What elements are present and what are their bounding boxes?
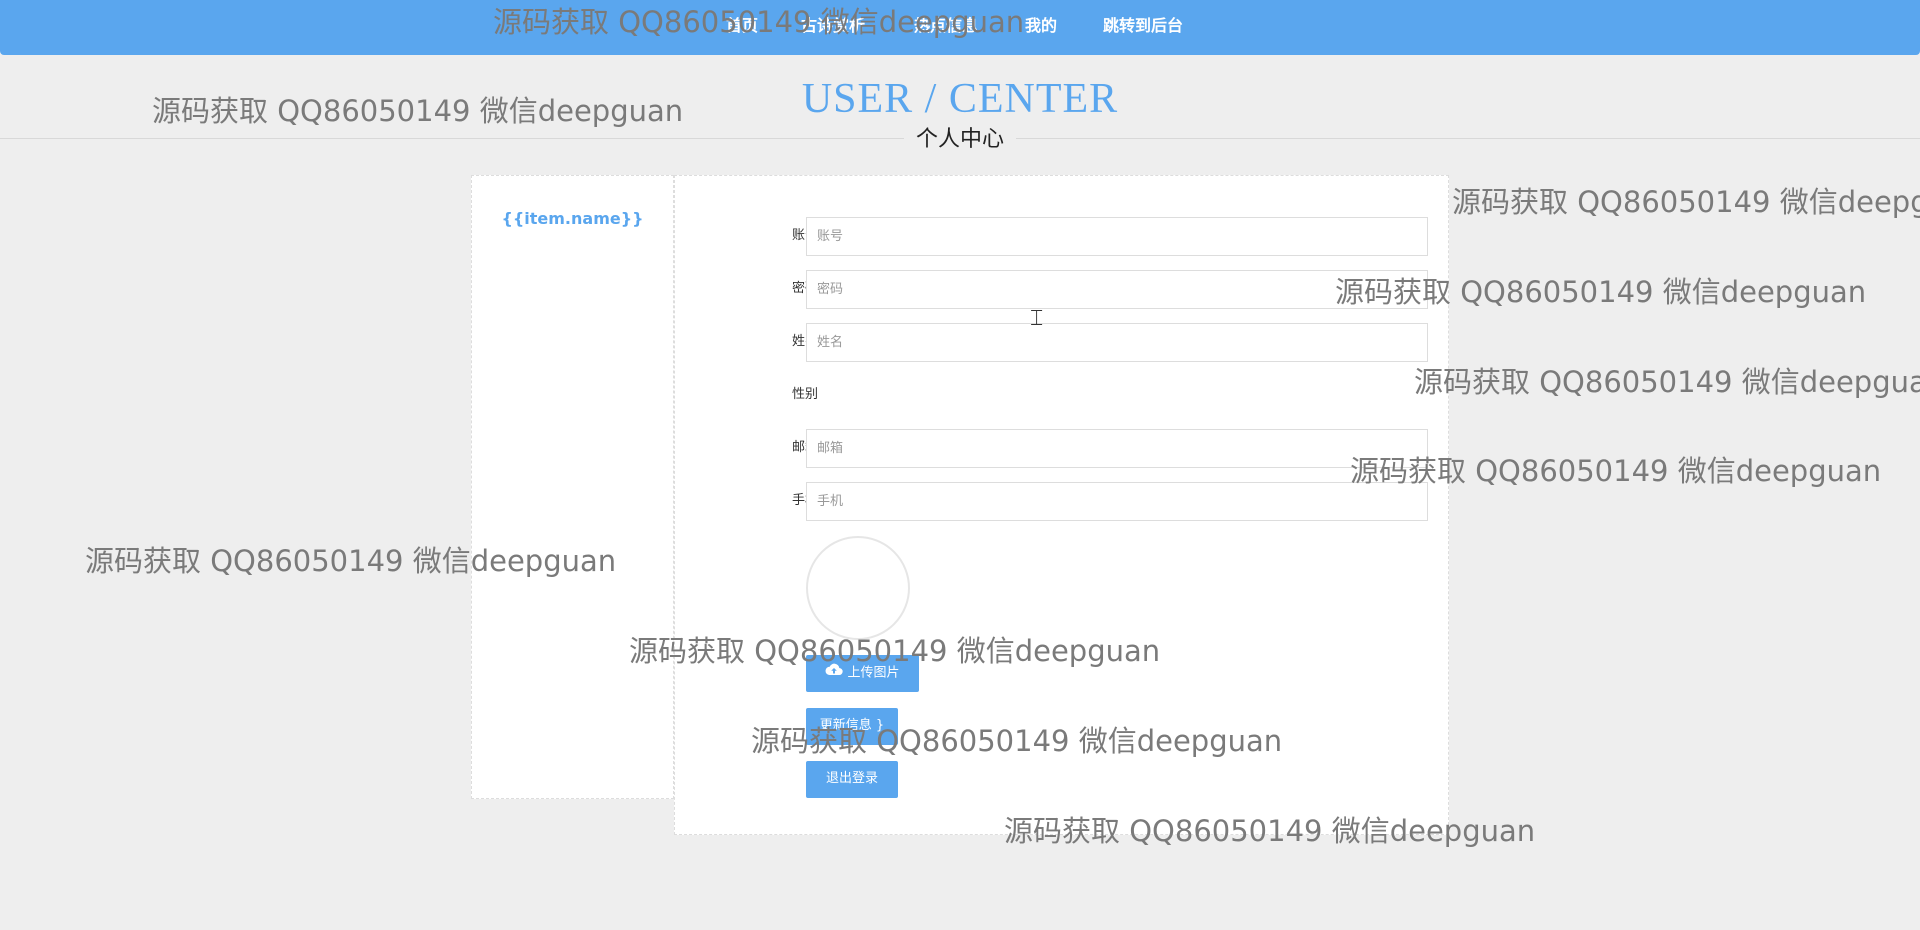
upload-image-button[interactable]: 上传图片 <box>806 655 919 692</box>
form-row-password: 密码 <box>675 270 1448 310</box>
logout-button[interactable]: 退出登录 <box>806 761 898 798</box>
form-row-phone: 手机 <box>675 482 1448 522</box>
avatar <box>806 536 910 640</box>
password-input[interactable] <box>806 270 1428 309</box>
nav-item-admin[interactable]: 跳转到后台 <box>1103 15 1183 37</box>
upload-image-label: 上传图片 <box>847 665 900 681</box>
form-row-name: 姓名 <box>675 323 1448 363</box>
name-input[interactable] <box>806 323 1428 362</box>
top-nav-bar: 首页 古诗赏析 热点信息 我的 跳转到后台 <box>0 0 1920 55</box>
update-info-button[interactable]: 更新信息 } <box>806 708 898 745</box>
email-input[interactable] <box>806 429 1428 468</box>
cloud-upload-icon <box>825 655 844 691</box>
form-row-gender: 性别 <box>675 376 1448 416</box>
update-info-label: 更新信息 <box>819 718 872 733</box>
nav-item-poetry[interactable]: 古诗赏析 <box>801 15 865 37</box>
watermark: 源码获取 QQ86050149 微信deepguan <box>1414 365 1920 399</box>
page-title-cn: 个人中心 <box>904 125 1016 155</box>
form-row-account: 账号 <box>675 217 1448 257</box>
text-cursor-icon: ⌶ <box>1030 306 1044 331</box>
phone-input[interactable] <box>806 482 1428 521</box>
sidebar-item[interactable]: {{item.name}} <box>472 209 673 228</box>
nav-item-hot-info[interactable]: 热点信息 <box>914 15 978 37</box>
nav-item-home[interactable]: 首页 <box>726 15 758 37</box>
sidebar-card: {{item.name}} <box>471 175 674 799</box>
watermark: 源码获取 QQ86050149 微信deepguan <box>1452 185 1920 219</box>
account-input[interactable] <box>806 217 1428 256</box>
form-row-email: 邮箱 <box>675 429 1448 469</box>
nav-item-mine[interactable]: 我的 <box>1025 15 1057 37</box>
page-title-en: USER / CENTER <box>801 76 1119 122</box>
profile-form-card: 账号 密码 姓名 性别 邮箱 手机 上传图片 更新信息 } 退出登录 <box>674 175 1449 835</box>
gender-label: 性别 <box>791 387 818 402</box>
logout-label: 退出登录 <box>825 771 878 786</box>
